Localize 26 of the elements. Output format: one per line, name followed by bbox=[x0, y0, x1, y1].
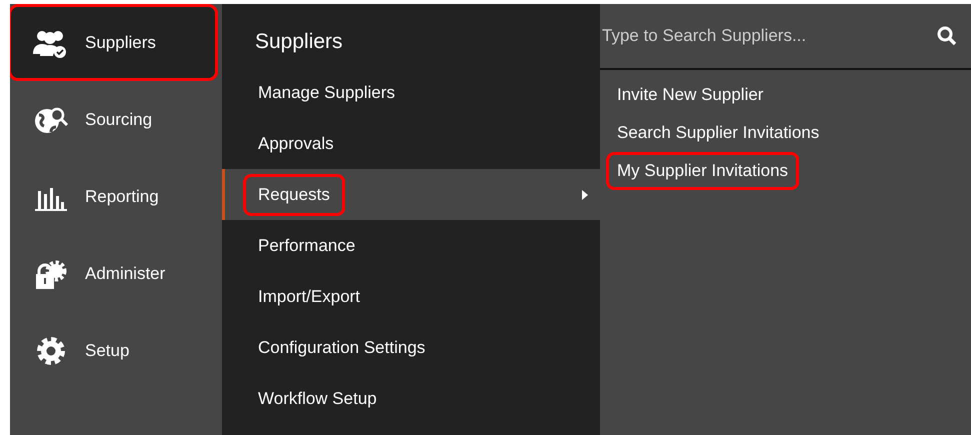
submenu-row[interactable]: Manage Suppliers bbox=[222, 67, 600, 118]
flyout-item[interactable]: Invite New Supplier bbox=[606, 76, 774, 114]
nav-item[interactable]: Setup bbox=[10, 312, 218, 389]
submenu-row[interactable]: Configuration Settings bbox=[222, 322, 600, 373]
submenu-row[interactable]: Performance bbox=[222, 220, 600, 271]
submenu-row[interactable]: Import/Export bbox=[222, 271, 600, 322]
flyout-item[interactable]: Search Supplier Invitations bbox=[606, 114, 830, 152]
search-icon[interactable] bbox=[937, 26, 957, 46]
submenu-item[interactable]: Requests bbox=[243, 174, 345, 216]
nav-item[interactable]: Reporting bbox=[10, 158, 218, 235]
submenu-row[interactable]: Approvals bbox=[222, 118, 600, 169]
nav-item[interactable]: Suppliers bbox=[10, 4, 218, 81]
flyout-item[interactable]: My Supplier Invitations bbox=[606, 152, 800, 190]
lock-gear-icon bbox=[33, 258, 69, 288]
submenu-item[interactable]: Performance bbox=[243, 224, 370, 266]
search-field[interactable]: Type to Search Suppliers... bbox=[600, 26, 937, 46]
nav-item[interactable]: Sourcing bbox=[10, 81, 218, 158]
submenu-item[interactable]: Configuration Settings bbox=[243, 326, 440, 368]
submenu-item[interactable]: Workflow Setup bbox=[243, 378, 392, 420]
submenu-item[interactable]: Import/Export bbox=[243, 276, 376, 318]
nav-item[interactable]: Administer bbox=[10, 235, 218, 312]
submenu-item[interactable]: Manage Suppliers bbox=[243, 72, 410, 114]
submenu-title: Suppliers bbox=[254, 29, 344, 55]
submenu-row[interactable]: Requests bbox=[222, 169, 600, 220]
submenu-row[interactable]: Workflow Setup bbox=[222, 373, 600, 424]
submenu-item[interactable]: Approvals bbox=[243, 122, 349, 164]
